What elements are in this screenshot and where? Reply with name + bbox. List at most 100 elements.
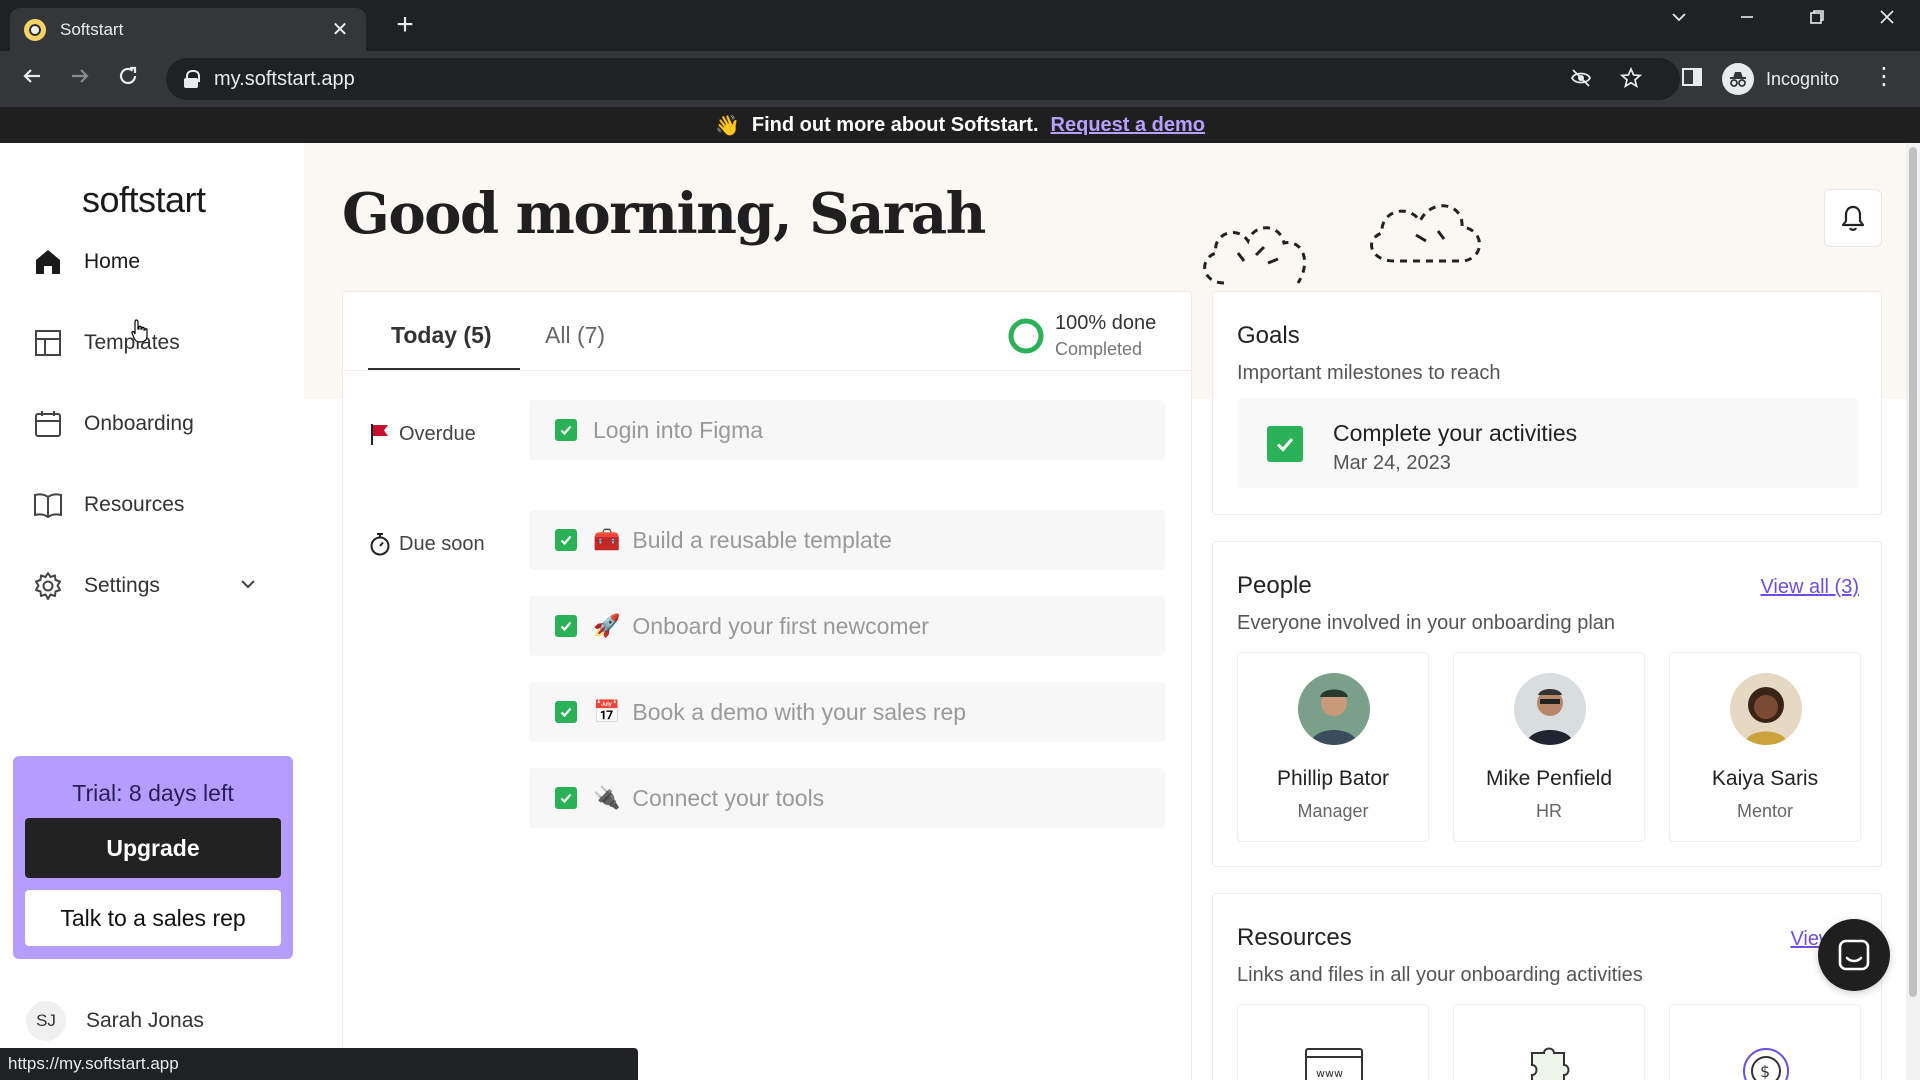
trial-panel: Trial: 8 days left Upgrade Talk to a sal…: [13, 756, 293, 959]
gear-icon: [32, 570, 64, 602]
checkbox-checked-icon[interactable]: [1267, 426, 1303, 462]
tab-all[interactable]: All (7): [545, 322, 605, 349]
resource-tile[interactable]: [1453, 1004, 1645, 1080]
task-item[interactable]: 🚀 Onboard your first newcomer: [529, 596, 1165, 656]
trial-days-left: Trial: 8 days left: [72, 780, 234, 806]
checkbox-checked-icon[interactable]: [555, 529, 577, 551]
eye-off-icon[interactable]: [1568, 67, 1594, 95]
favicon-icon: [24, 18, 46, 41]
group-overdue: Overdue: [369, 422, 476, 446]
browser-tab[interactable]: Softstart ✕: [10, 8, 366, 51]
avatar: [1514, 673, 1586, 745]
main-content: Good morning, Sarah Today (5) All (7) 10…: [304, 143, 1920, 1080]
person-card[interactable]: Mike Penfield HR: [1453, 652, 1645, 842]
user-profile[interactable]: SJ Sarah Jonas: [26, 1001, 204, 1041]
side-panel-icon[interactable]: [1676, 63, 1708, 95]
task-item[interactable]: 📅 Book a demo with your sales rep: [529, 682, 1165, 742]
sidebar-item-settings[interactable]: Settings: [32, 564, 272, 608]
people-title: People: [1237, 572, 1312, 599]
goals-subtitle: Important milestones to reach: [1237, 362, 1501, 384]
toolbox-icon: 🧰: [593, 527, 621, 552]
talk-to-sales-button[interactable]: Talk to a sales rep: [25, 890, 281, 946]
notifications-button[interactable]: [1824, 189, 1882, 247]
resource-tile[interactable]: www: [1237, 1004, 1429, 1080]
sidebar-item-label: Onboarding: [84, 412, 194, 435]
reload-icon[interactable]: [112, 63, 144, 95]
address-bar[interactable]: my.softstart.app: [166, 58, 1680, 100]
chat-icon: [1838, 939, 1870, 971]
money-icon: $: [1743, 1048, 1789, 1080]
task-title: Connect your tools: [632, 784, 825, 811]
chevron-down-icon[interactable]: [238, 574, 258, 599]
progress-ring-icon: [1008, 318, 1044, 354]
upgrade-button[interactable]: Upgrade: [25, 818, 281, 878]
tab-search-icon[interactable]: [1664, 8, 1694, 32]
goal-date: Mar 24, 2023: [1333, 452, 1451, 474]
goal-title: Complete your activities: [1333, 420, 1578, 446]
person-name: Mike Penfield: [1485, 767, 1613, 790]
sidebar-item-home[interactable]: Home: [32, 240, 272, 284]
promo-banner: 👋 Find out more about Softstart. Request…: [0, 107, 1920, 143]
resources-card: Resources Links and files in all your on…: [1212, 893, 1882, 1080]
resources-title: Resources: [1237, 924, 1352, 951]
brand-logo[interactable]: softstart: [82, 179, 206, 221]
sidebar-item-resources[interactable]: Resources: [32, 483, 272, 527]
profile-button[interactable]: Incognito: [1722, 59, 1839, 99]
lock-icon: [184, 70, 200, 88]
incognito-icon: [1722, 63, 1754, 95]
checkbox-checked-icon[interactable]: [555, 787, 577, 809]
resource-tile[interactable]: $: [1669, 1004, 1861, 1080]
checkbox-checked-icon[interactable]: [555, 615, 577, 637]
task-item[interactable]: 🔌 Connect your tools: [529, 768, 1165, 828]
avatar: [1730, 673, 1802, 745]
wave-icon: 👋: [714, 114, 740, 137]
group-label: Overdue: [399, 422, 476, 445]
goal-item[interactable]: Complete your activities Mar 24, 2023: [1237, 398, 1859, 488]
close-window-icon[interactable]: [1872, 8, 1902, 32]
sidebar-item-label: Settings: [84, 574, 160, 597]
rocket-icon: 🚀: [593, 613, 621, 638]
resources-subtitle: Links and files in all your onboarding a…: [1237, 964, 1643, 986]
person-card[interactable]: Kaiya Saris Mentor: [1669, 652, 1861, 842]
person-role: HR: [1536, 801, 1562, 821]
tab-close-button[interactable]: ✕: [328, 17, 352, 42]
new-tab-button[interactable]: +: [390, 10, 420, 40]
person-card[interactable]: Phillip Bator Manager: [1237, 652, 1429, 842]
clouds-illustration-icon: [1203, 204, 1481, 285]
minimize-icon[interactable]: [1732, 8, 1762, 32]
chat-launcher-button[interactable]: [1818, 919, 1890, 991]
forward-icon[interactable]: [64, 63, 96, 95]
user-name: Sarah Jonas: [86, 1009, 204, 1032]
request-demo-link[interactable]: Request a demo: [1051, 114, 1205, 137]
view-all-people-link[interactable]: View all (3): [1760, 576, 1859, 599]
task-item[interactable]: 🧰 Build a reusable template: [529, 510, 1165, 570]
checkbox-checked-icon[interactable]: [555, 701, 577, 723]
restore-icon[interactable]: [1802, 8, 1832, 32]
svg-text:$: $: [1760, 1062, 1770, 1080]
sidebar-item-templates[interactable]: Templates: [32, 321, 272, 365]
browser-toolbar: my.softstart.app Incognito ⋮: [0, 51, 1920, 107]
person-name: Kaiya Saris: [1711, 767, 1819, 790]
back-icon[interactable]: [16, 63, 48, 95]
calendar-emoji-icon: 📅: [593, 699, 621, 724]
stopwatch-icon: [370, 533, 390, 556]
sidebar-item-onboarding[interactable]: Onboarding: [32, 402, 272, 446]
book-icon: [32, 489, 64, 521]
scrollbar-thumb[interactable]: [1909, 147, 1917, 997]
banner-text: Find out more about Softstart.: [751, 113, 1039, 136]
task-item[interactable]: Login into Figma: [529, 400, 1165, 460]
task-title: Book a demo with your sales rep: [632, 698, 967, 725]
page-scrollbar[interactable]: [1906, 143, 1920, 1080]
progress-status: Completed: [1055, 339, 1143, 359]
checkbox-checked-icon[interactable]: [555, 419, 577, 441]
status-bar-url: https://my.softstart.app: [0, 1048, 638, 1080]
bookmark-star-icon[interactable]: [1618, 66, 1644, 95]
browser-menu-icon[interactable]: ⋮: [1872, 62, 1896, 91]
flag-icon: [371, 424, 388, 445]
progress-percent: 100% done: [1055, 312, 1157, 334]
people-subtitle: Everyone involved in your onboarding pla…: [1237, 612, 1616, 634]
tab-today[interactable]: Today (5): [391, 322, 492, 349]
person-name: Phillip Bator: [1276, 767, 1390, 790]
profile-label: Incognito: [1766, 68, 1840, 89]
people-card: People Everyone involved in your onboard…: [1212, 541, 1882, 867]
